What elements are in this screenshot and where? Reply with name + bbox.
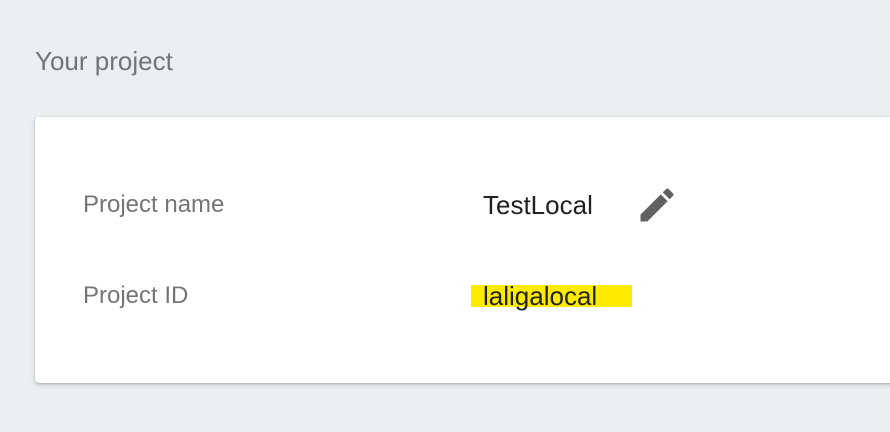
project-id-value: laligalocal (483, 281, 598, 311)
project-settings-card: Project name TestLocal Project ID laliga… (35, 117, 890, 383)
pencil-edit-icon (640, 188, 674, 222)
edit-icon[interactable] (635, 183, 679, 227)
project-name-label: Project name (83, 191, 225, 218)
project-id-label: Project ID (83, 282, 189, 309)
section-title: Your project (35, 46, 173, 76)
project-name-value: TestLocal (483, 190, 593, 220)
